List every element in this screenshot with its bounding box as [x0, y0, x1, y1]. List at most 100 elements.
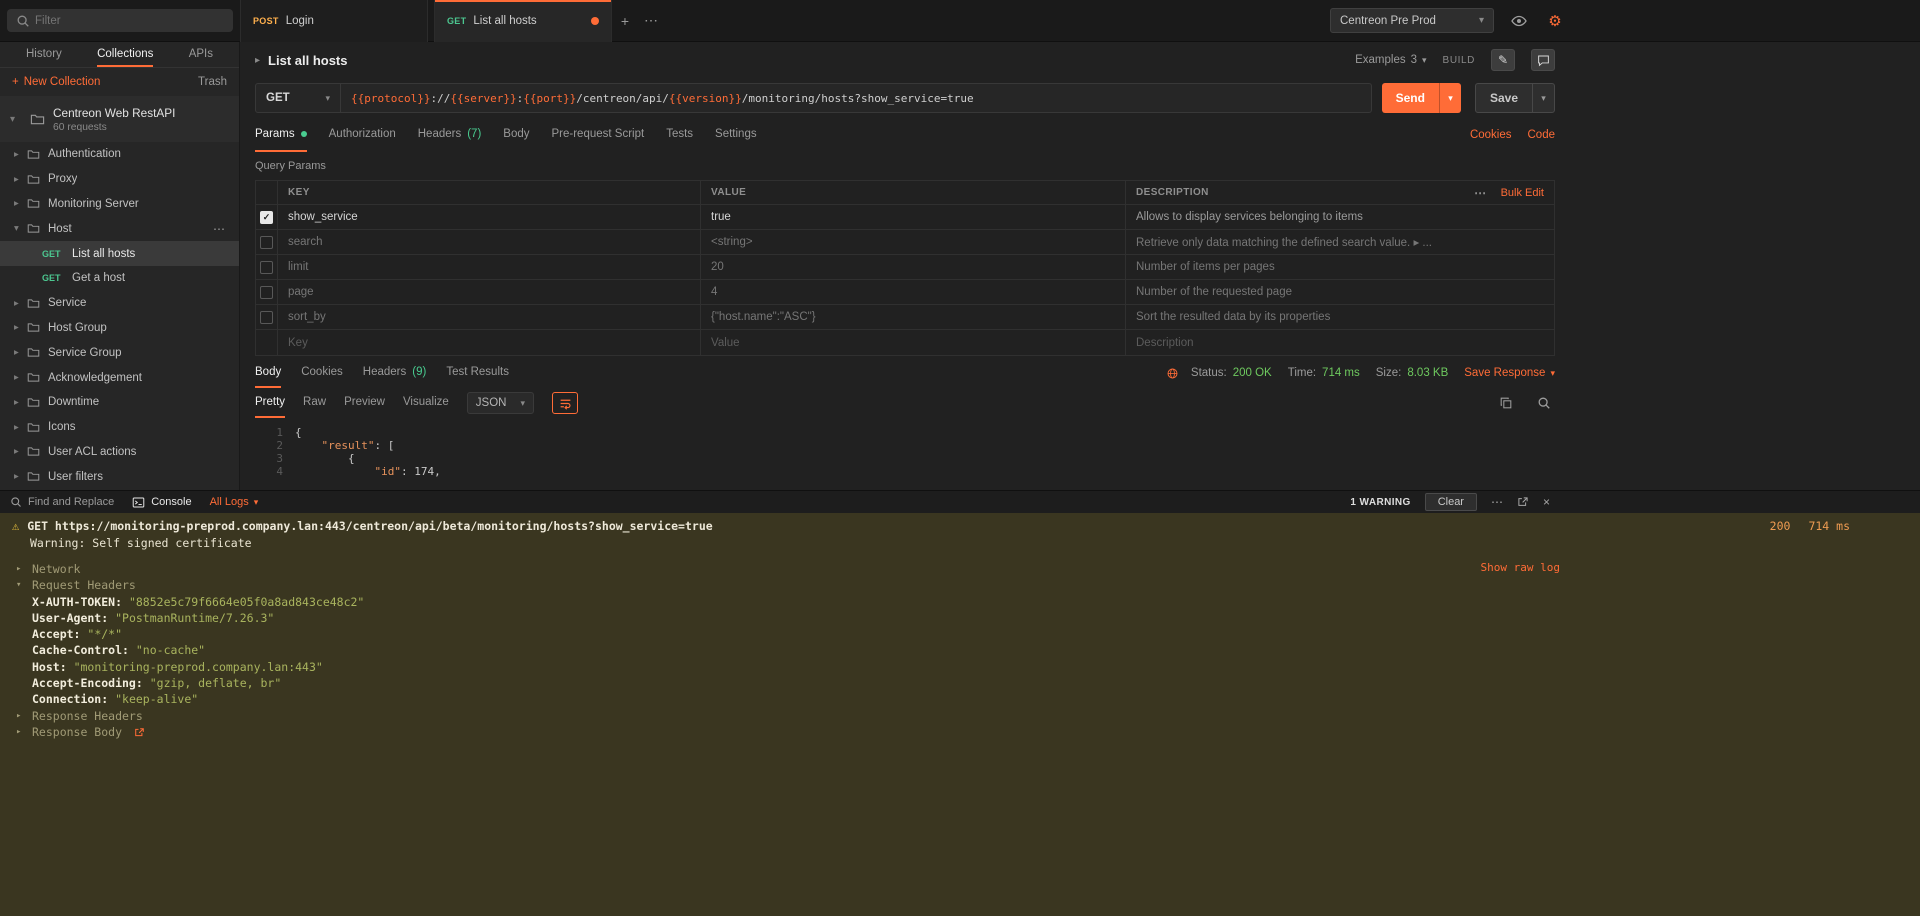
- environment-quick-look-button[interactable]: [1508, 10, 1530, 32]
- format-selector[interactable]: JSON ▾: [467, 392, 534, 414]
- url-input[interactable]: {{protocol}}://{{server}}:{{port}}/centr…: [341, 84, 1371, 112]
- param-key[interactable]: page: [278, 280, 701, 304]
- search-response-button[interactable]: [1533, 392, 1555, 414]
- view-tab-preview[interactable]: Preview: [344, 388, 385, 418]
- sidebar-folder-authentication[interactable]: ▸ Authentication: [0, 142, 239, 167]
- param-value-placeholder[interactable]: Value: [701, 330, 1126, 355]
- view-tab-raw[interactable]: Raw: [303, 388, 326, 418]
- sidebar-folder-host[interactable]: ▾ Host ⋯: [0, 216, 239, 241]
- params-more-icon[interactable]: ⋯: [1474, 186, 1486, 200]
- more-actions-icon[interactable]: ⋯: [213, 222, 229, 236]
- section-response-body[interactable]: ▸ Response Body: [12, 724, 1908, 740]
- find-and-replace-button[interactable]: Find and Replace: [10, 496, 114, 508]
- sidebar-folder-host-group[interactable]: ▸ Host Group: [0, 316, 239, 341]
- view-tab-visualize[interactable]: Visualize: [403, 388, 449, 418]
- param-key[interactable]: limit: [278, 255, 701, 279]
- section-network[interactable]: ▸ Network: [12, 561, 1908, 577]
- param-description[interactable]: Number of the requested page: [1126, 280, 1554, 304]
- trash-link[interactable]: Trash: [198, 76, 227, 88]
- examples-dropdown[interactable]: Examples 3 ▾: [1355, 54, 1426, 66]
- param-row-search[interactable]: search <string> Retrieve only data match…: [256, 230, 1554, 255]
- external-link-icon[interactable]: [134, 727, 145, 738]
- param-value[interactable]: 4: [701, 280, 1126, 304]
- sidebar-folder-monitoring-server[interactable]: ▸ Monitoring Server: [0, 192, 239, 217]
- request-tab-login[interactable]: POST Login: [240, 0, 428, 42]
- chevron-down-icon[interactable]: ▾: [1439, 83, 1461, 113]
- wrap-lines-button[interactable]: [552, 392, 578, 414]
- response-tab-headers[interactable]: Headers (9): [363, 358, 427, 388]
- new-collection-button[interactable]: + New Collection: [12, 76, 100, 88]
- param-description[interactable]: Allows to display services belonging to …: [1126, 205, 1554, 229]
- tab-headers[interactable]: Headers (7): [418, 118, 482, 152]
- param-value[interactable]: 20: [701, 255, 1126, 279]
- response-tab-test-results[interactable]: Test Results: [446, 358, 509, 388]
- chevron-right-icon[interactable]: ▸: [255, 55, 260, 66]
- open-in-new-window-icon[interactable]: [1517, 496, 1529, 508]
- checkbox-unchecked[interactable]: [260, 286, 273, 299]
- sidebar-folder-icons[interactable]: ▸ Icons: [0, 415, 239, 440]
- sidebar-folder-downtime[interactable]: ▸ Downtime: [0, 390, 239, 415]
- network-icon[interactable]: [1166, 367, 1179, 380]
- send-button[interactable]: Send ▾: [1382, 83, 1461, 113]
- tab-options-button[interactable]: ⋯: [638, 0, 664, 42]
- comments-button[interactable]: [1531, 49, 1555, 71]
- chevron-down-icon[interactable]: ▾: [1532, 84, 1554, 112]
- sidebar-request-list-all-hosts[interactable]: GET List all hosts: [0, 241, 239, 266]
- view-tab-pretty[interactable]: Pretty: [255, 388, 285, 418]
- tab-params[interactable]: Params: [255, 118, 307, 152]
- new-tab-button[interactable]: +: [612, 0, 638, 42]
- log-filter-dropdown[interactable]: All Logs ▾: [210, 496, 259, 508]
- sidebar-folder-user-acl-actions[interactable]: ▸ User ACL actions: [0, 440, 239, 465]
- show-raw-log-link[interactable]: Show raw log: [1481, 561, 1560, 574]
- method-selector[interactable]: GET ▾: [256, 84, 341, 112]
- response-body-viewer[interactable]: 1 2 3 4 { "result": [ { "id": 174,: [255, 418, 1555, 490]
- copy-response-button[interactable]: [1495, 392, 1517, 414]
- tab-apis[interactable]: APIs: [189, 42, 213, 67]
- collection-centreon-web-restapi[interactable]: ▾ Centreon Web RestAPI 60 requests: [0, 96, 239, 142]
- param-row-limit[interactable]: limit 20 Number of items per pages: [256, 255, 1554, 280]
- section-response-headers[interactable]: ▸ Response Headers: [12, 708, 1908, 724]
- clear-console-button[interactable]: Clear: [1425, 493, 1477, 511]
- tab-settings[interactable]: Settings: [715, 118, 757, 152]
- documentation-edit-button[interactable]: ✎: [1491, 49, 1515, 71]
- filter-input[interactable]: [7, 9, 233, 32]
- checkbox-checked[interactable]: ✓: [260, 211, 273, 224]
- param-row-sort-by[interactable]: sort_by {"host.name":"ASC"} Sort the res…: [256, 305, 1554, 330]
- checkbox-unchecked[interactable]: [260, 261, 273, 274]
- sidebar-folder-service-group[interactable]: ▸ Service Group: [0, 340, 239, 365]
- checkbox-unchecked[interactable]: [260, 311, 273, 324]
- param-description[interactable]: Sort the resulted data by its properties: [1126, 305, 1554, 329]
- param-row-page[interactable]: page 4 Number of the requested page: [256, 280, 1554, 305]
- sidebar-folder-service[interactable]: ▸ Service: [0, 291, 239, 316]
- tab-authorization[interactable]: Authorization: [329, 118, 396, 152]
- console-log[interactable]: ⚠ GET https://monitoring-preprod.company…: [0, 513, 1920, 916]
- environment-selector[interactable]: Centreon Pre Prod ▾: [1330, 8, 1494, 33]
- save-button[interactable]: Save ▾: [1475, 83, 1555, 113]
- cookies-link[interactable]: Cookies: [1470, 129, 1512, 141]
- code-link[interactable]: Code: [1528, 129, 1556, 141]
- console-request-entry[interactable]: ⚠ GET https://monitoring-preprod.company…: [12, 518, 1908, 535]
- sidebar-folder-user-filters[interactable]: ▸ User filters: [0, 464, 239, 489]
- param-key[interactable]: show_service: [278, 205, 701, 229]
- tab-body[interactable]: Body: [503, 118, 529, 152]
- console-tab[interactable]: Console: [132, 496, 191, 509]
- param-value[interactable]: true: [701, 205, 1126, 229]
- section-request-headers[interactable]: ▾ Request Headers: [12, 577, 1908, 593]
- tab-history[interactable]: History: [26, 42, 62, 67]
- save-response-dropdown[interactable]: Save Response ▾: [1464, 367, 1555, 379]
- param-row-empty[interactable]: Key Value Description: [256, 330, 1554, 355]
- sidebar-folder-acknowledgement[interactable]: ▸ Acknowledgement: [0, 365, 239, 390]
- request-tab-list-all-hosts[interactable]: GET List all hosts: [434, 0, 612, 42]
- close-console-icon[interactable]: ×: [1543, 495, 1550, 509]
- param-description[interactable]: Number of items per pages: [1126, 255, 1554, 279]
- param-row-show-service[interactable]: ✓ show_service true Allows to display se…: [256, 205, 1554, 230]
- param-value[interactable]: {"host.name":"ASC"}: [701, 305, 1126, 329]
- param-value[interactable]: <string>: [701, 230, 1126, 254]
- param-key[interactable]: search: [278, 230, 701, 254]
- sidebar-request-get-a-host[interactable]: GET Get a host: [0, 266, 239, 291]
- tab-collections[interactable]: Collections: [97, 42, 153, 67]
- console-more-icon[interactable]: ⋯: [1491, 495, 1503, 509]
- response-tab-cookies[interactable]: Cookies: [301, 358, 343, 388]
- tab-tests[interactable]: Tests: [666, 118, 693, 152]
- sidebar-folder-proxy[interactable]: ▸ Proxy: [0, 167, 239, 192]
